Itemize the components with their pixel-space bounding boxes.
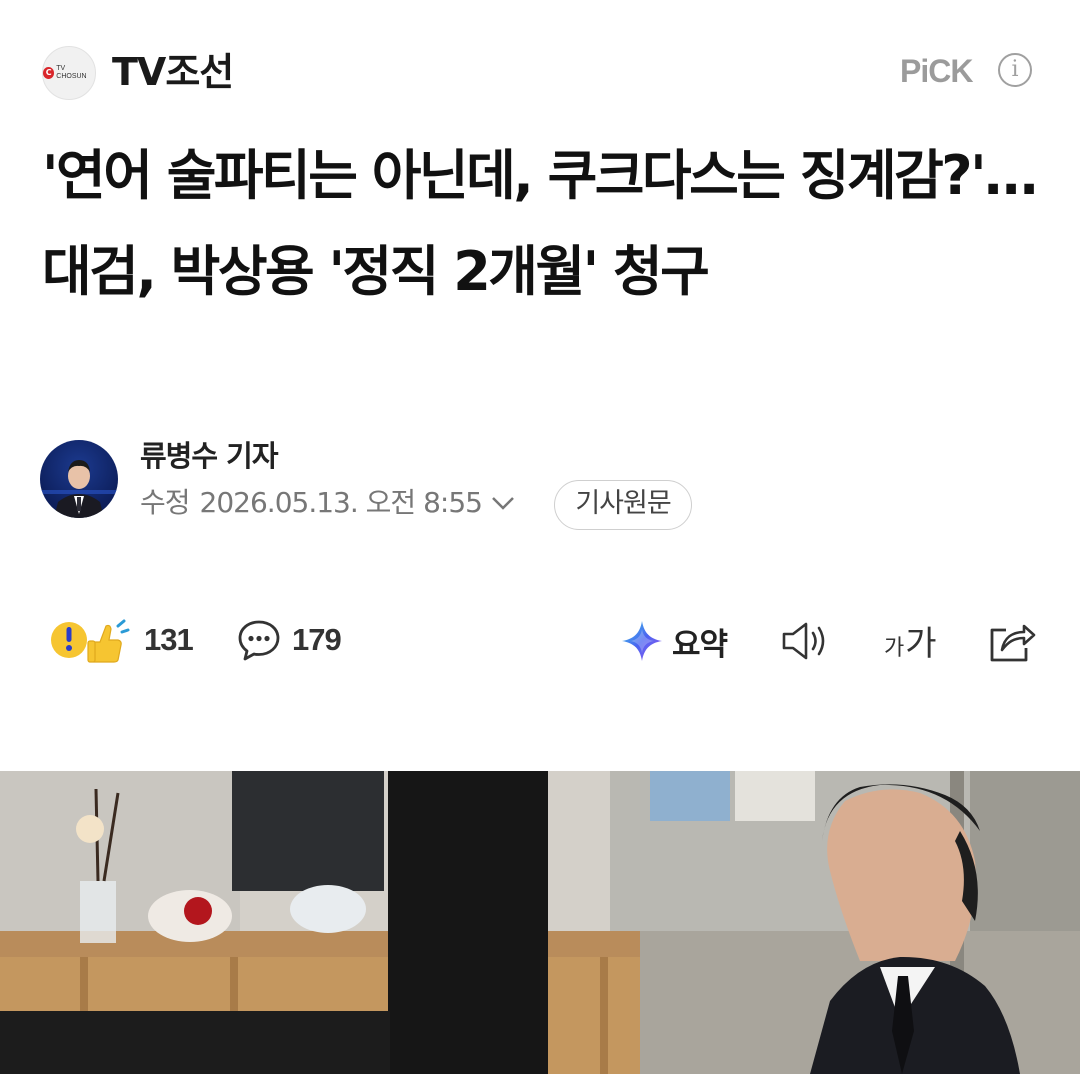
ai-sparkle-icon <box>622 621 662 661</box>
font-small-glyph: 가 <box>884 636 905 661</box>
share-button[interactable] <box>986 616 1036 668</box>
press-logo[interactable]: C TV CHOSUN <box>42 46 96 100</box>
press-logo-text: TV CHOSUN <box>56 65 87 80</box>
share-icon <box>990 624 1036 662</box>
text-to-speech-button[interactable] <box>780 618 832 668</box>
reaction-count: 131 <box>144 622 194 657</box>
speech-bubble-icon <box>238 620 280 661</box>
original-article-button[interactable]: 기사원문 <box>554 480 692 530</box>
reaction-button[interactable]: 131 <box>48 614 194 666</box>
comment-button[interactable]: 179 <box>236 614 342 666</box>
article-photo-image <box>0 771 1080 1074</box>
reporter-name[interactable]: 류병수 기자 <box>140 436 278 476</box>
summary-label: 요약 <box>672 626 728 663</box>
summary-button[interactable]: 요약 <box>620 616 728 666</box>
reaction-emoji-icon <box>51 619 130 663</box>
modified-time: 2026.05.13. 오전 8:55 <box>199 486 483 519</box>
font-large-glyph: 가 <box>905 624 937 664</box>
modified-label: 수정 <box>140 486 191 519</box>
chevron-down-icon <box>492 497 514 510</box>
reporter-avatar-image <box>40 460 118 518</box>
article-headline: '연어 술파티는 아닌데, 쿠크다스는 징계감?'…대검, 박상용 '정직 2개… <box>42 144 1038 303</box>
reporter-avatar[interactable] <box>40 440 118 518</box>
font-size-button[interactable]: 가 가 <box>884 616 937 666</box>
press-name[interactable]: TV조선 <box>112 46 234 98</box>
comment-count: 179 <box>292 622 342 657</box>
press-logo-mark: C <box>43 67 55 79</box>
pick-badge: PiCK <box>900 53 973 89</box>
modified-date-toggle[interactable]: 수정 2026.05.13. 오전 8:55 <box>140 482 516 524</box>
speaker-icon <box>782 622 825 660</box>
info-icon[interactable]: i <box>998 53 1032 87</box>
article-photo[interactable] <box>0 771 1080 1074</box>
